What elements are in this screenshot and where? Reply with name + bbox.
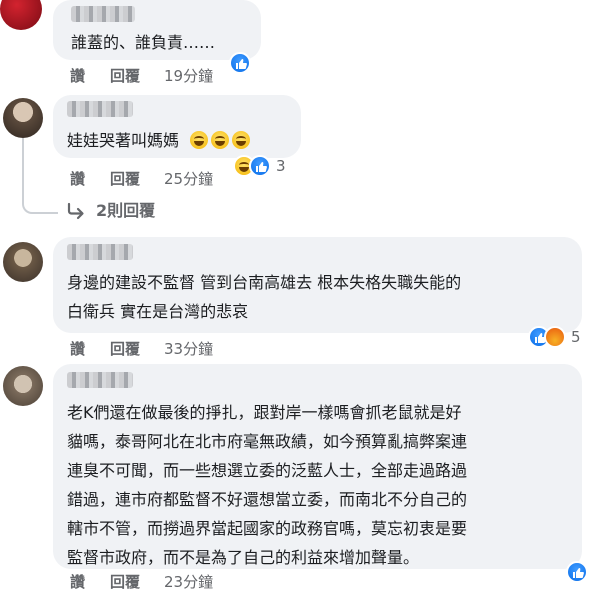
comment-actions: 讚 回覆 19分鐘: [70, 66, 270, 86]
laughing-emoji-icon: [211, 131, 230, 149]
comment-author[interactable]: [67, 101, 133, 117]
comment-bubble: 老K們還在做最後的掙扎，跟對岸一樣嗎會抓老鼠就是好 貓嗎，泰哥阿北在北市府毫無政…: [53, 364, 582, 569]
reaction-count: 3: [276, 157, 286, 175]
reaction-count: 5: [571, 328, 581, 346]
comment-timestamp[interactable]: 33分鐘: [164, 339, 213, 359]
comment-text-line: 老K們還在做最後的掙扎，跟對岸一樣嗎會抓老鼠就是好: [67, 403, 462, 422]
avatar[interactable]: [3, 366, 43, 406]
comment-author[interactable]: [71, 6, 135, 22]
comment-text-line: 身邊的建設不監督 管到台南高雄去 根本失格失職失能的: [67, 273, 462, 292]
comment-timestamp[interactable]: 23分鐘: [164, 572, 213, 591]
reply-link[interactable]: 回覆: [110, 169, 140, 189]
avatar[interactable]: [3, 242, 43, 282]
comment-actions: 讚 回覆 33分鐘: [70, 339, 270, 359]
laughing-emoji-icon: [232, 131, 251, 149]
like-link[interactable]: 讚: [70, 339, 85, 359]
avatar[interactable]: [0, 0, 42, 30]
comment-text-line: 監督市政府，而不是為了自己的利益來增加聲量。: [67, 548, 420, 567]
comment-text: 誰蓋的、誰負責……: [71, 33, 216, 52]
reaction-summary[interactable]: [566, 560, 588, 584]
avatar[interactable]: [3, 98, 43, 138]
comment-author[interactable]: [67, 372, 133, 388]
view-replies-link[interactable]: 2則回覆: [66, 200, 186, 222]
comment-bubble: 娃娃哭著叫媽媽: [53, 95, 301, 158]
reply-arrow-icon: [67, 202, 84, 220]
like-link[interactable]: 讚: [70, 169, 85, 189]
comment-text-line: 貓嗎，泰哥阿北在北市府毫無政績，如今預算亂搞弊案連: [67, 432, 468, 451]
comment-actions: 讚 回覆 23分鐘: [70, 572, 270, 591]
reply-link[interactable]: 回覆: [110, 66, 140, 86]
comment-text: 娃娃哭著叫媽媽: [67, 126, 253, 155]
laughing-emoji-icon: [190, 131, 209, 149]
thread-line: [22, 138, 58, 214]
reply-link[interactable]: 回覆: [110, 572, 140, 591]
comment-author[interactable]: [67, 244, 133, 260]
reply-link[interactable]: 回覆: [110, 339, 140, 359]
replies-count-label: 2則回覆: [96, 201, 156, 220]
like-link[interactable]: 讚: [70, 66, 85, 86]
comment-actions: 讚 回覆 25分鐘: [70, 169, 270, 189]
comment-text-line: 轄市不管，而撈過界當起國家的政務官嗎，莫忘初衷是要: [67, 519, 468, 538]
comment-timestamp[interactable]: 25分鐘: [164, 169, 213, 189]
comment-text-line: 白衛兵 實在是台灣的悲哀: [67, 302, 249, 321]
like-icon: [566, 561, 588, 583]
angry-icon: [544, 326, 566, 348]
comment-text-line: 錯過，連市府都監督不好還想當立委，而南北不分自己的: [67, 490, 468, 509]
comment-text-line: 連臭不可聞，而一些想選立委的泛藍人士，全部走過路過: [67, 461, 468, 480]
like-link[interactable]: 讚: [70, 572, 85, 591]
comment-timestamp[interactable]: 19分鐘: [164, 66, 213, 86]
comment-bubble: 身邊的建設不監督 管到台南高雄去 根本失格失職失能的 白衛兵 實在是台灣的悲哀: [53, 237, 582, 333]
reaction-summary[interactable]: 5: [528, 325, 581, 349]
